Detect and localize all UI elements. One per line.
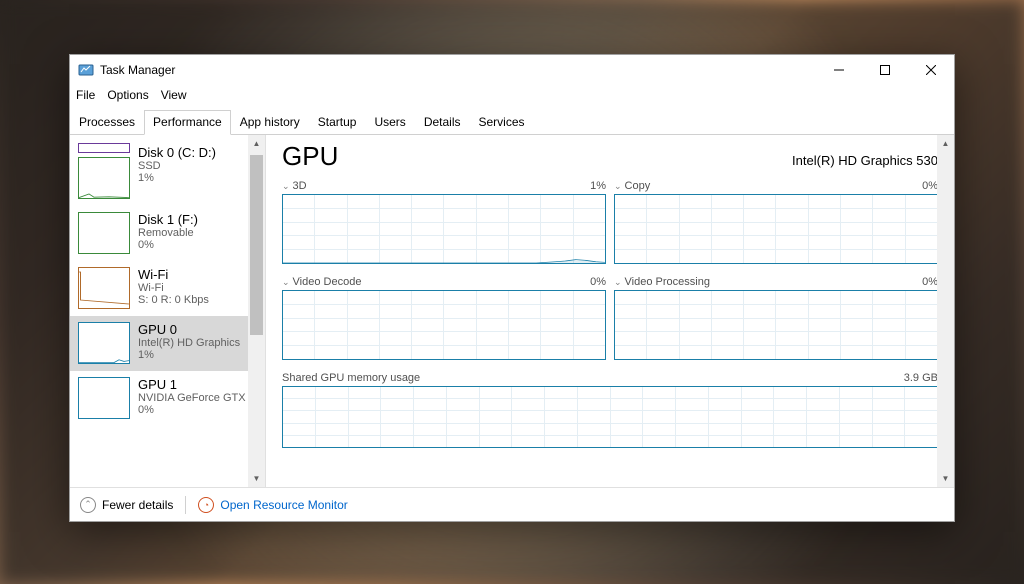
sidebar: Disk 0 (C: D:)SSD1%Disk 1 (F:)Removable0… <box>70 135 266 487</box>
sidebar-item-gpu-0[interactable]: GPU 0Intel(R) HD Graphics1% <box>70 316 265 371</box>
chevron-up-icon[interactable]: ⌃ <box>80 497 96 513</box>
chevron-down-icon[interactable]: ⌄ <box>614 181 622 191</box>
chart-label: Video Processing <box>625 276 710 288</box>
menu-view[interactable]: View <box>161 88 187 102</box>
chart-value: 0% <box>590 276 606 288</box>
titlebar[interactable]: Task Manager <box>70 55 954 85</box>
app-icon <box>78 62 94 78</box>
device-name: Intel(R) HD Graphics 530 <box>792 153 938 168</box>
tab-processes[interactable]: Processes <box>70 110 144 135</box>
sidebar-item-title: Wi-Fi <box>138 267 257 282</box>
resource-monitor-icon: ◔ <box>198 497 214 513</box>
chart-video-processing[interactable]: ⌄Video Processing 0% <box>614 276 938 360</box>
tab-services[interactable]: Services <box>470 110 534 135</box>
chart-video-decode[interactable]: ⌄Video Decode 0% <box>282 276 606 360</box>
sidebar-item-title: Disk 0 (C: D:) <box>138 145 257 160</box>
sidebar-item-disk-0-c-d-[interactable]: Disk 0 (C: D:)SSD1% <box>70 139 265 206</box>
chart-label: 3D <box>293 180 307 192</box>
sidebar-item-sub: NVIDIA GeForce GTX <box>138 392 257 404</box>
sidebar-item-sub: Wi-Fi <box>138 282 257 294</box>
chart-box <box>614 194 938 264</box>
menu-file[interactable]: File <box>76 88 95 102</box>
sidebar-item-sub: SSD <box>138 160 257 172</box>
content: Disk 0 (C: D:)SSD1%Disk 1 (F:)Removable0… <box>70 135 954 487</box>
sidebar-item-title: GPU 0 <box>138 322 257 337</box>
chart-value: 1% <box>590 180 606 192</box>
sidebar-item-value: 1% <box>138 172 257 184</box>
chart-box <box>282 386 938 448</box>
tab-app-history[interactable]: App history <box>231 110 309 135</box>
sidebar-thumb <box>78 212 130 254</box>
sidebar-thumb <box>78 267 130 309</box>
chevron-down-icon[interactable]: ⌄ <box>282 181 290 191</box>
sidebar-item-value: S: 0 R: 0 Kbps <box>138 294 257 306</box>
window-title: Task Manager <box>100 63 175 77</box>
sidebar-item-sub: Intel(R) HD Graphics <box>138 337 257 349</box>
fewer-details-button[interactable]: Fewer details <box>102 498 173 512</box>
chart-label: Shared GPU memory usage <box>282 372 420 384</box>
main-panel: GPU Intel(R) HD Graphics 530 ⌄3D 1% <box>266 135 954 487</box>
sidebar-thumb-partial <box>78 143 130 153</box>
window-controls <box>816 55 954 85</box>
sidebar-thumb <box>78 377 130 419</box>
chart-label: Copy <box>625 180 651 192</box>
chevron-down-icon[interactable]: ⌄ <box>614 277 622 287</box>
sidebar-scrollbar[interactable]: ▲ ▼ <box>248 135 265 487</box>
chart-value: 3.9 GB <box>904 372 938 384</box>
minimize-button[interactable] <box>816 55 862 85</box>
sidebar-item-sub: Removable <box>138 227 257 239</box>
page-title: GPU <box>282 141 338 172</box>
tab-details[interactable]: Details <box>415 110 470 135</box>
open-resource-monitor-link[interactable]: Open Resource Monitor <box>220 498 347 512</box>
chart-value: 0% <box>922 276 938 288</box>
chart-3d[interactable]: ⌄3D 1% <box>282 180 606 264</box>
sidebar-item-gpu-1[interactable]: GPU 1NVIDIA GeForce GTX0% <box>70 371 265 426</box>
chart-box <box>282 194 606 264</box>
chart-box <box>614 290 938 360</box>
tabs: Processes Performance App history Startu… <box>70 105 954 135</box>
sidebar-item-value: 0% <box>138 404 257 416</box>
tab-startup[interactable]: Startup <box>309 110 366 135</box>
chart-copy[interactable]: ⌄Copy 0% <box>614 180 938 264</box>
footer: ⌃ Fewer details ◔ Open Resource Monitor <box>70 487 954 521</box>
menu-options[interactable]: Options <box>107 88 148 102</box>
scroll-up-icon[interactable]: ▲ <box>937 135 954 152</box>
scroll-down-icon[interactable]: ▼ <box>248 470 265 487</box>
sidebar-item-title: GPU 1 <box>138 377 257 392</box>
chart-label: Video Decode <box>293 276 362 288</box>
sidebar-item-value: 0% <box>138 239 257 251</box>
scroll-up-icon[interactable]: ▲ <box>248 135 265 152</box>
sidebar-thumb <box>78 157 130 199</box>
divider <box>185 496 186 514</box>
sidebar-item-title: Disk 1 (F:) <box>138 212 257 227</box>
menubar: File Options View <box>70 85 954 105</box>
main-scrollbar[interactable]: ▲ ▼ <box>937 135 954 487</box>
task-manager-window: Task Manager File Options View Processes… <box>69 54 955 522</box>
scroll-down-icon[interactable]: ▼ <box>937 470 954 487</box>
chart-shared-memory[interactable]: Shared GPU memory usage 3.9 GB <box>282 372 938 448</box>
sidebar-item-value: 1% <box>138 349 257 361</box>
tab-users[interactable]: Users <box>365 110 414 135</box>
chart-value: 0% <box>922 180 938 192</box>
sidebar-item-wi-fi[interactable]: Wi-FiWi-FiS: 0 R: 0 Kbps <box>70 261 265 316</box>
sidebar-item-disk-1-f-[interactable]: Disk 1 (F:)Removable0% <box>70 206 265 261</box>
close-button[interactable] <box>908 55 954 85</box>
sidebar-thumb <box>78 322 130 364</box>
scrollbar-thumb[interactable] <box>250 155 263 335</box>
chevron-down-icon[interactable]: ⌄ <box>282 277 290 287</box>
maximize-button[interactable] <box>862 55 908 85</box>
tab-performance[interactable]: Performance <box>144 110 231 135</box>
chart-box <box>282 290 606 360</box>
